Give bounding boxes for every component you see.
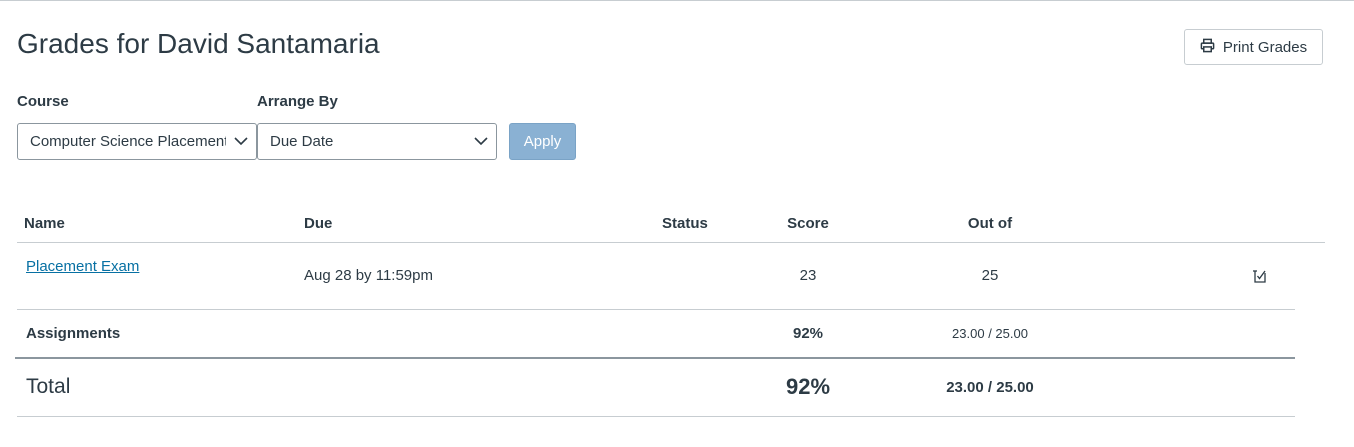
row-divider <box>17 309 1295 310</box>
due-date: Aug 28 by 11:59pm <box>304 267 433 284</box>
bottom-divider <box>17 416 1295 417</box>
chevron-down-icon <box>226 137 256 146</box>
column-header-status[interactable]: Status <box>662 215 708 232</box>
column-header-name[interactable]: Name <box>24 215 65 232</box>
assignment-out-of: 25 <box>981 267 999 284</box>
top-divider <box>0 0 1354 1</box>
group-score: 92% <box>792 325 824 342</box>
arrange-by-select-value: Due Date <box>270 133 334 150</box>
apply-button[interactable]: Apply <box>509 123 576 160</box>
assignment-link[interactable]: Placement Exam <box>26 258 139 275</box>
column-header-out-of[interactable]: Out of <box>940 215 1040 232</box>
print-grades-button[interactable]: Print Grades <box>1184 29 1323 65</box>
column-header-due[interactable]: Due <box>304 215 332 232</box>
print-grades-label: Print Grades <box>1222 38 1308 56</box>
total-score: 92% <box>785 374 831 399</box>
printer-icon <box>1200 38 1215 57</box>
total-label: Total <box>26 375 71 398</box>
rubric-check-icon[interactable] <box>1251 268 1267 288</box>
course-label: Course <box>17 93 69 110</box>
group-name: Assignments <box>26 325 121 342</box>
assignment-score: 23 <box>799 267 817 284</box>
course-select[interactable]: Computer Science Placement <box>17 123 257 160</box>
total-out-of: 23.00 / 25.00 <box>946 379 1034 396</box>
group-out-of: 23.00 / 25.00 <box>952 326 1028 341</box>
arrange-by-label: Arrange By <box>257 93 338 110</box>
course-select-value: Computer Science Placement <box>30 133 226 150</box>
total-divider <box>15 357 1295 359</box>
chevron-down-icon <box>466 137 496 146</box>
arrange-by-select[interactable]: Due Date <box>257 123 497 160</box>
header-divider <box>17 242 1325 243</box>
column-header-score[interactable]: Score <box>768 215 848 232</box>
page-title: Grades for David Santamaria <box>17 28 380 59</box>
